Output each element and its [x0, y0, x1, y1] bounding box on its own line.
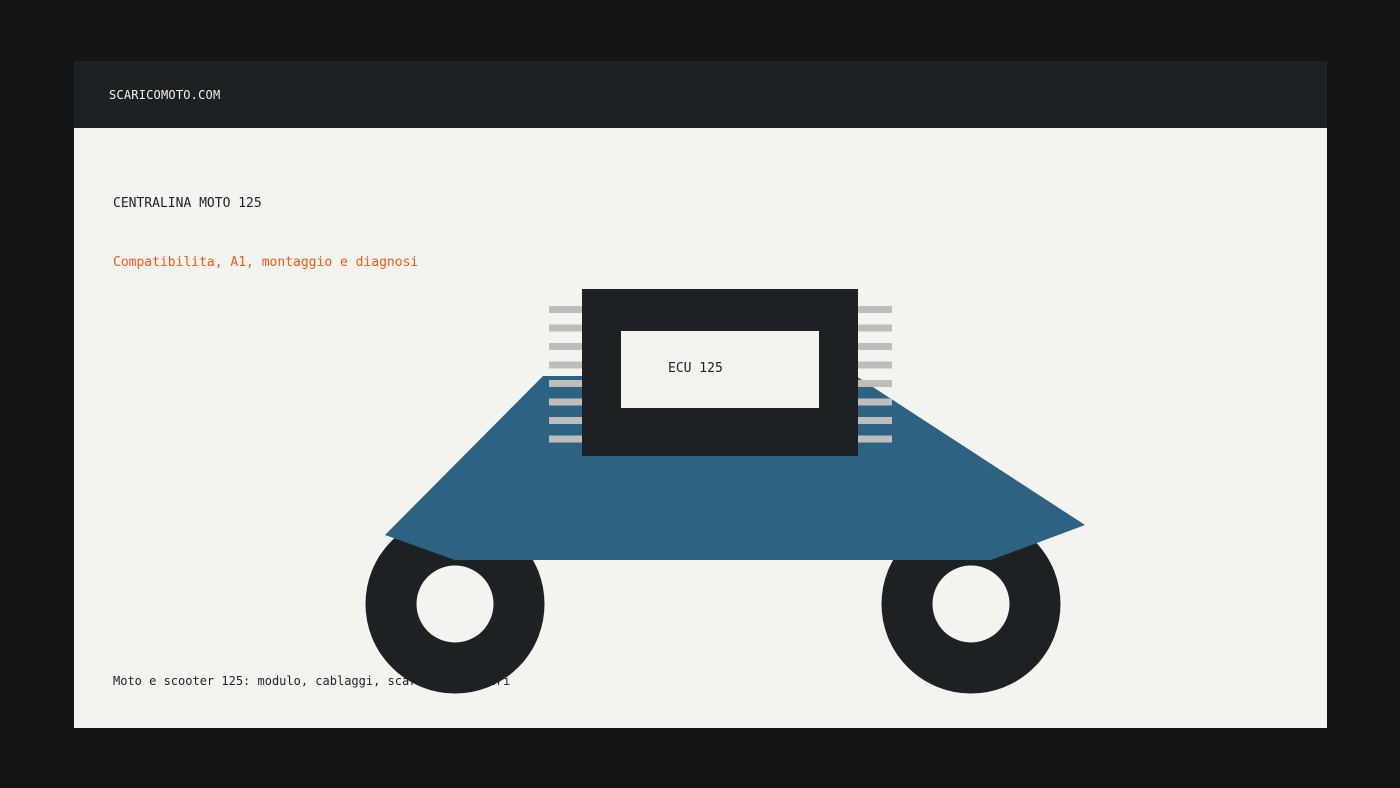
- motorcycle-ecu-illustration: ECU 125: [365, 289, 1085, 694]
- ecu-label: ECU 125: [668, 361, 723, 376]
- ecu-pins-right: [858, 306, 892, 443]
- hero-card: SCARICOMOTO.COM CENTRALINA MOTO 125 Comp…: [74, 61, 1327, 728]
- ecu-pins-left: [549, 306, 583, 443]
